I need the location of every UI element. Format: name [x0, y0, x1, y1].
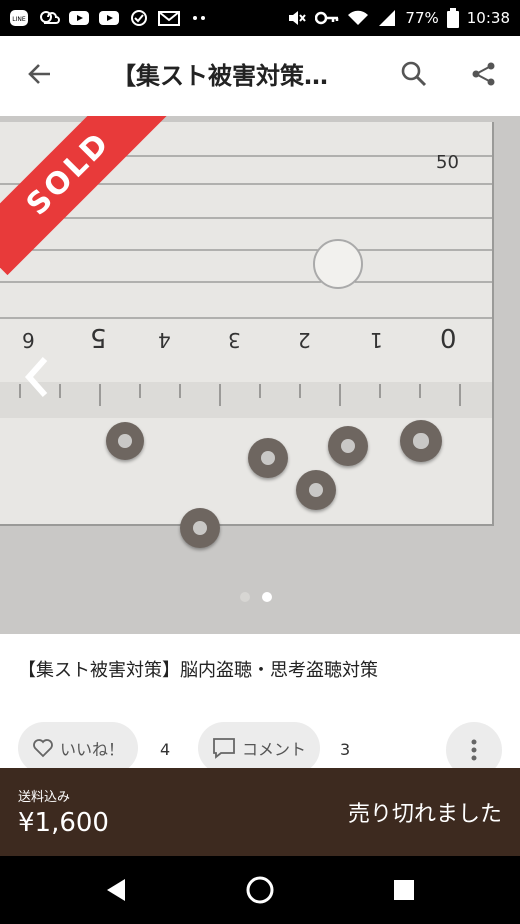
back-button[interactable]	[16, 50, 64, 98]
washer	[180, 508, 220, 548]
youtube-icon	[68, 9, 90, 27]
comment-icon	[213, 738, 235, 759]
purchase-bar: 送料込み ¥1,600 売り切れました	[0, 768, 520, 856]
signal-icon	[379, 10, 396, 26]
more-notifications-icon	[188, 9, 210, 27]
product-photo-carousel[interactable]: 50 0 1 2 3 4 5 6 SOLD	[0, 116, 520, 634]
more-vertical-icon	[471, 739, 477, 761]
battery-icon	[446, 8, 459, 28]
ruler-number: 1	[370, 328, 383, 352]
washer	[400, 420, 442, 462]
ruler-number: 4	[158, 328, 171, 352]
like-count: 4	[160, 740, 171, 759]
gmail-icon	[158, 9, 180, 27]
system-navigation-bar	[0, 856, 520, 924]
page-dot[interactable]	[240, 592, 250, 602]
circle-home-icon	[246, 876, 274, 904]
share-icon	[472, 62, 495, 86]
wifi-icon	[348, 10, 369, 25]
search-icon	[401, 61, 427, 87]
comment-button[interactable]: コメント	[198, 722, 321, 774]
comment-count: 3	[340, 740, 351, 759]
search-button[interactable]	[390, 50, 438, 98]
nav-recents-button[interactable]	[380, 866, 428, 914]
arrow-left-icon	[28, 64, 50, 84]
comment-label: コメント	[242, 740, 307, 759]
heart-icon	[33, 739, 53, 758]
chevron-left-icon	[24, 357, 48, 397]
ruler-number: 6	[22, 328, 35, 352]
notification-icons: LINE	[8, 6, 210, 30]
mute-icon	[289, 11, 307, 25]
page-title: 【集スト被害対策…	[112, 62, 328, 90]
washer	[328, 426, 368, 466]
clock: 10:38	[466, 9, 510, 27]
svg-text:LINE: LINE	[12, 16, 26, 23]
like-button[interactable]: いいね！	[18, 722, 139, 774]
share-button[interactable]	[460, 50, 508, 98]
status-bar: LINE 77% 10:38	[0, 0, 520, 36]
ruler-number: 3	[228, 328, 241, 352]
previous-photo-button[interactable]	[14, 350, 58, 404]
nav-home-button[interactable]	[236, 866, 284, 914]
page-dot-active[interactable]	[262, 592, 272, 602]
line-icon: LINE	[8, 9, 30, 27]
ruler-number: 0	[440, 322, 457, 352]
system-status: 77% 10:38	[287, 0, 510, 36]
check-badge-icon	[128, 9, 150, 27]
weather-icon	[38, 9, 60, 27]
ruler-number: 5	[90, 322, 107, 352]
battery-percentage: 77%	[405, 9, 439, 27]
shipping-label: 送料込み	[18, 790, 71, 805]
washer	[296, 470, 336, 510]
washer	[106, 422, 144, 460]
washer	[248, 438, 288, 478]
youtube-icon	[98, 9, 120, 27]
sold-out-status: 売り切れました	[347, 802, 502, 827]
key-icon	[315, 11, 339, 25]
like-label: いいね！	[60, 740, 125, 759]
ruler-number: 50	[436, 152, 459, 173]
app-bar: 【集スト被害対策…	[0, 36, 520, 114]
product-title: 【集スト被害対策】脳内盗聴・思考盗聴対策	[18, 660, 378, 681]
triangle-back-icon	[107, 879, 125, 901]
price: ¥1,600	[18, 808, 109, 838]
ruler-number: 2	[298, 328, 311, 352]
page-indicator	[240, 592, 272, 602]
square-recents-icon	[394, 880, 414, 900]
nav-back-button[interactable]	[92, 866, 140, 914]
